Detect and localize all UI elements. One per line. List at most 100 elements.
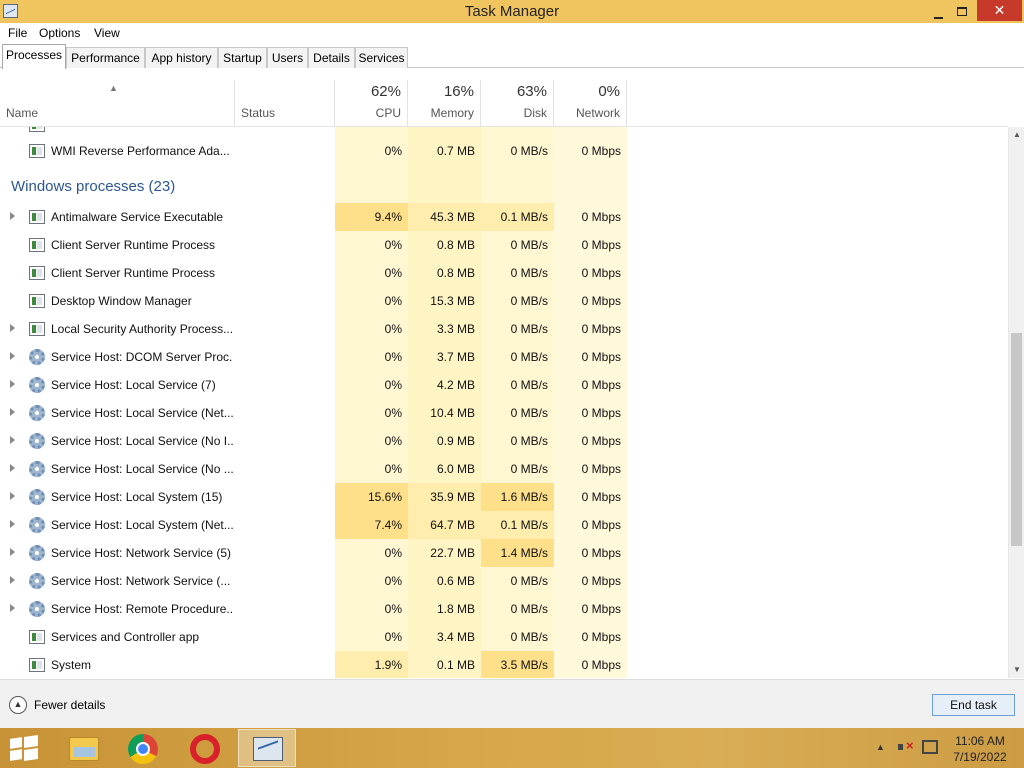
cpu-value: 9.4%	[335, 203, 408, 231]
column-header-name[interactable]: Name	[0, 80, 235, 126]
column-header-memory[interactable]: 16% Memory	[408, 80, 481, 126]
network-value: 0 Mbps	[581, 490, 621, 504]
column-header-network[interactable]: 0% Network	[554, 80, 627, 126]
chevron-up-circle-icon[interactable]: ▲	[9, 696, 27, 714]
tab-users[interactable]: Users	[267, 47, 308, 68]
menu-options[interactable]: Options	[39, 26, 80, 40]
process-name: Service Host: Local Service (No I...	[51, 434, 233, 448]
table-row[interactable]: Desktop Window Manager 0% 15.3 MB 0 MB/s 0 M…	[0, 287, 1008, 315]
table-row[interactable]: WMI Reverse Performance Ada... 0% 0.7 MB 0 …	[0, 137, 1008, 165]
tab-performance[interactable]: Performance	[66, 47, 145, 68]
table-row[interactable]: Service Host: Local Service (7) 0% 4.2 MB 0…	[0, 371, 1008, 399]
expand-chevron-icon[interactable]	[10, 548, 15, 556]
title-bar[interactable]: Task Manager ✕	[0, 0, 1024, 23]
cpu-value: 0%	[384, 238, 402, 252]
clock-time: 11:06 AM	[955, 734, 1005, 748]
process-name: Client Server Runtime Process	[51, 238, 216, 252]
gear-icon	[29, 545, 45, 561]
table-row[interactable]: Service Host: Local Service (No ... 0% 6.0…	[0, 455, 1008, 483]
cpu-value: 0%	[384, 546, 402, 560]
menu-view[interactable]: View	[94, 26, 120, 40]
cpu-value: 0%	[384, 322, 402, 336]
scroll-up-arrow-icon[interactable]: ▲	[1009, 127, 1024, 143]
memory-value: 6.0 MB	[436, 462, 475, 476]
tab-app-history[interactable]: App history	[145, 47, 218, 68]
taskbar-file-explorer[interactable]	[52, 729, 110, 767]
fewer-details-link[interactable]: Fewer details	[34, 698, 105, 712]
restore-icon	[957, 7, 967, 16]
table-row[interactable]: System 1.9% 0.1 MB 3.5 MB/s 0 Mbps	[0, 651, 1008, 678]
table-row[interactable]: Client Server Runtime Process 0% 0.8 MB 0 M…	[0, 259, 1008, 287]
table-row[interactable]: Service Host: DCOM Server Proc... 0% 3.7 M…	[0, 343, 1008, 371]
network-value: 0 Mbps	[581, 546, 621, 560]
process-name: Service Host: Local Service (7)	[51, 378, 216, 392]
end-task-button[interactable]: End task	[932, 694, 1015, 716]
process-icon	[29, 630, 45, 644]
column-header-disk[interactable]: 63% Disk	[481, 80, 554, 126]
memory-value: 3.3 MB	[436, 322, 475, 336]
cpu-value: 0%	[384, 350, 402, 364]
table-row[interactable]: Services and Controller app 0% 3.4 MB 0 MB/…	[0, 623, 1008, 651]
cpu-value: 15.6%	[335, 483, 408, 511]
taskbar-opera[interactable]	[176, 729, 234, 767]
memory-value: 15.3 MB	[430, 294, 475, 308]
gear-icon	[29, 405, 45, 421]
tab-strip: Processes Performance App history Startu…	[0, 44, 1024, 69]
start-button[interactable]	[0, 729, 58, 767]
process-list[interactable]: Windows processes (23) WMI Reverse Perfo…	[0, 127, 1008, 678]
table-row[interactable]: Service Host: Local System (15) 15.6% 35.9…	[0, 483, 1008, 511]
scroll-thumb[interactable]	[1011, 333, 1022, 546]
table-row[interactable]: Local Security Authority Process... 0% 3.3…	[0, 315, 1008, 343]
disk-value: 0.1 MB/s	[481, 203, 554, 231]
expand-chevron-icon[interactable]	[10, 464, 15, 472]
network-total-percent: 0%	[598, 83, 620, 100]
system-clock[interactable]: 11:06 AM 7/19/2022	[946, 733, 1014, 765]
expand-chevron-icon[interactable]	[10, 352, 15, 360]
table-row[interactable]: Service Host: Network Service (... 0% 0.6 …	[0, 567, 1008, 595]
expand-chevron-icon[interactable]	[10, 436, 15, 444]
vertical-scrollbar[interactable]: ▲ ▼	[1008, 127, 1024, 678]
disk-value: 0 MB/s	[510, 144, 548, 158]
network-value: 0 Mbps	[581, 630, 621, 644]
expand-chevron-icon[interactable]	[10, 380, 15, 388]
table-row[interactable]: Service Host: Network Service (5) 0% 22.7 …	[0, 539, 1008, 567]
network-icon[interactable]	[922, 740, 938, 754]
tab-processes[interactable]: Processes	[2, 44, 66, 69]
table-row[interactable]: Client Server Runtime Process 0% 0.8 MB 0 M…	[0, 231, 1008, 259]
show-hidden-icons-icon[interactable]: ▲	[876, 742, 885, 752]
clock-date: 7/19/2022	[953, 750, 1007, 764]
disk-total-percent: 63%	[516, 83, 547, 100]
expand-chevron-icon[interactable]	[10, 520, 15, 528]
network-value: 0 Mbps	[581, 350, 621, 364]
taskbar-task-manager[interactable]	[238, 729, 296, 767]
tab-details[interactable]: Details	[308, 47, 355, 68]
table-row[interactable]: Service Host: Local Service (No I... 0% 0.…	[0, 427, 1008, 455]
tab-startup[interactable]: Startup	[218, 47, 267, 68]
table-row[interactable]: Antimalware Service Executable 9.4% 45.3 M…	[0, 203, 1008, 231]
group-header-windows-processes: Windows processes (23)	[0, 167, 1008, 207]
expand-chevron-icon[interactable]	[10, 324, 15, 332]
expand-chevron-icon[interactable]	[10, 492, 15, 500]
expand-chevron-icon[interactable]	[10, 408, 15, 416]
expand-chevron-icon[interactable]	[10, 604, 15, 612]
speaker-muted-icon[interactable]	[898, 738, 914, 754]
process-name: Service Host: Local Service (Net...	[51, 406, 233, 420]
window-title: Task Manager	[464, 3, 560, 20]
table-row[interactable]: Service Host: Remote Procedure... 0% 1.8 M…	[0, 595, 1008, 623]
tab-services[interactable]: Services	[355, 47, 408, 68]
cpu-value: 0%	[384, 294, 402, 308]
process-name: Service Host: Local Service (No ...	[51, 462, 233, 476]
menu-file[interactable]: File	[8, 26, 27, 40]
disk-value: 0 MB/s	[510, 574, 548, 588]
column-header-status[interactable]: Status	[235, 80, 335, 126]
taskbar-chrome[interactable]	[114, 729, 172, 767]
table-row[interactable]: Service Host: Local System (Net... 7.4% 64…	[0, 511, 1008, 539]
column-header-cpu[interactable]: 62% CPU	[335, 80, 408, 126]
restore-button[interactable]	[948, 0, 976, 21]
scroll-down-arrow-icon[interactable]: ▼	[1009, 662, 1024, 678]
process-icon	[29, 210, 45, 224]
expand-chevron-icon[interactable]	[10, 576, 15, 584]
close-button[interactable]: ✕	[977, 0, 1022, 21]
expand-chevron-icon[interactable]	[10, 212, 15, 220]
table-row[interactable]: Service Host: Local Service (Net... 0% 10.…	[0, 399, 1008, 427]
